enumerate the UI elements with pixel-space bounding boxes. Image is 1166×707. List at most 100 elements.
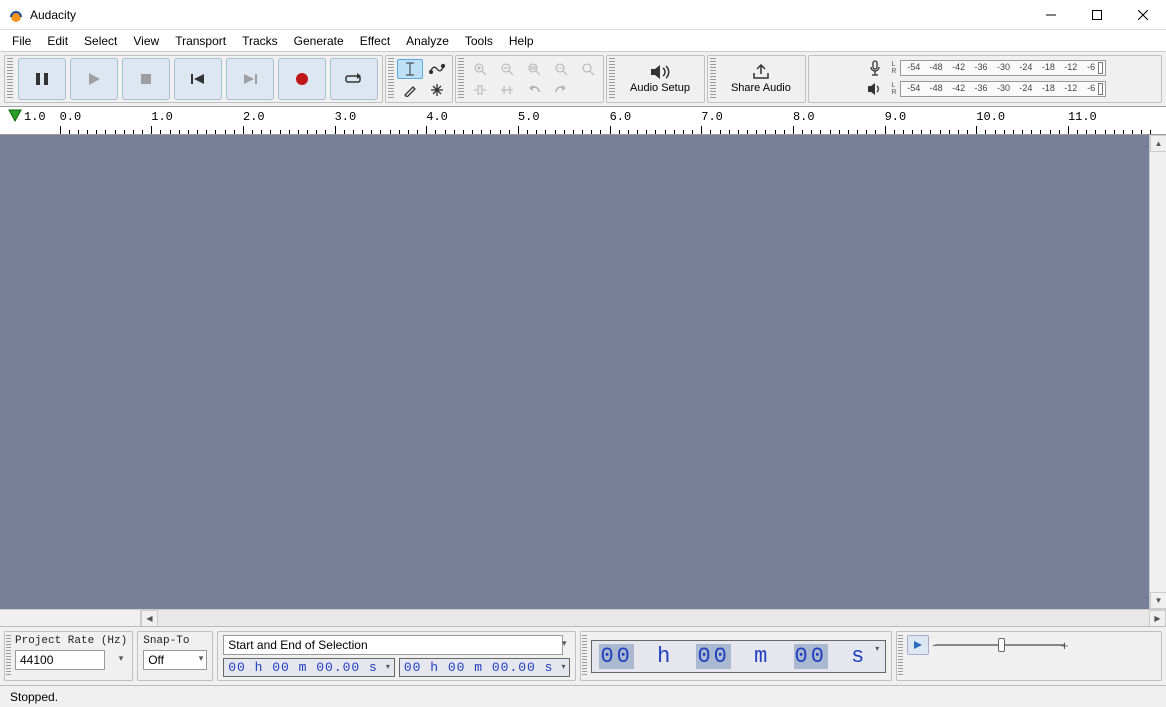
project-rate-label: Project Rate (Hz) — [15, 635, 127, 647]
speaker-icon — [867, 82, 883, 96]
menu-tracks[interactable]: Tracks — [234, 32, 286, 50]
speaker-icon — [649, 64, 671, 80]
menubar: File Edit Select View Transport Tracks G… — [0, 30, 1166, 52]
titlebar: Audacity — [0, 0, 1166, 30]
snap-to-combo[interactable] — [143, 650, 207, 670]
menu-transport[interactable]: Transport — [167, 32, 234, 50]
toolbar-grip[interactable] — [898, 635, 903, 677]
selection-mode-combo[interactable] — [223, 635, 563, 655]
window-maximize-button[interactable] — [1074, 0, 1120, 30]
undo-button[interactable] — [521, 80, 547, 100]
window-minimize-button[interactable] — [1028, 0, 1074, 30]
fit-selection-button[interactable] — [521, 59, 547, 79]
playhead-marker[interactable] — [8, 109, 22, 123]
timeline-tick-label: 1.0 — [151, 110, 173, 124]
menu-tools[interactable]: Tools — [457, 32, 501, 50]
play-at-speed-section: −+ — [896, 631, 1162, 681]
timeline-tick-label: 8.0 — [793, 110, 815, 124]
silence-button[interactable] — [494, 80, 520, 100]
toolbar-grip[interactable] — [609, 58, 615, 100]
window-close-button[interactable] — [1120, 0, 1166, 30]
menu-help[interactable]: Help — [501, 32, 542, 50]
toolbar-grip[interactable] — [582, 635, 587, 677]
play-at-speed-button[interactable] — [907, 635, 929, 655]
menu-analyze[interactable]: Analyze — [398, 32, 457, 50]
scroll-down-button[interactable]: ▼ — [1150, 592, 1166, 609]
toolbar: Audio Setup Share Audio LR -54-48-42-36-… — [0, 52, 1166, 107]
scroll-left-button[interactable]: ◀ — [141, 610, 158, 627]
selection-times-section: 00 h 00 m 00.00 s 00 h 00 m 00.00 s — [217, 631, 576, 681]
hscroll-row: ◀ ▶ — [0, 609, 1166, 626]
toolbar-grip[interactable] — [388, 58, 394, 100]
zoom-toggle-button[interactable] — [575, 59, 601, 79]
menu-effect[interactable]: Effect — [352, 32, 398, 50]
zoom-in-button[interactable] — [467, 59, 493, 79]
audio-setup-label: Audio Setup — [630, 82, 690, 94]
playback-meter-button[interactable] — [863, 80, 887, 98]
time-display-section: 00 h 00 m 00 s — [580, 631, 892, 681]
vertical-scrollbar[interactable]: ▲ ▼ — [1149, 135, 1166, 609]
skip-start-button[interactable] — [174, 58, 222, 100]
window-title: Audacity — [30, 8, 1028, 22]
menu-file[interactable]: File — [4, 32, 39, 50]
redo-button[interactable] — [548, 80, 574, 100]
timeline-tick-label: 10.0 — [976, 110, 1005, 124]
project-rate-section: Project Rate (Hz) — [4, 631, 133, 681]
scroll-up-button[interactable]: ▲ — [1150, 135, 1166, 152]
timeline-tick-label: 6.0 — [610, 110, 632, 124]
menu-generate[interactable]: Generate — [286, 32, 352, 50]
toolbar-grip[interactable] — [458, 58, 464, 100]
timeline-start-label: 1.0 — [24, 110, 46, 124]
timeline-tick-label: 5.0 — [518, 110, 540, 124]
playback-meter-scale[interactable]: -54-48-42-36-30-24-18-12-6 — [900, 81, 1106, 97]
skip-end-button[interactable] — [226, 58, 274, 100]
toolbar-grip[interactable] — [710, 58, 716, 100]
menu-select[interactable]: Select — [76, 32, 125, 50]
multi-tool-button[interactable] — [424, 80, 450, 100]
selection-start-time[interactable]: 00 h 00 m 00.00 s — [223, 658, 395, 677]
menu-view[interactable]: View — [125, 32, 167, 50]
record-button[interactable] — [278, 58, 326, 100]
horizontal-scrollbar[interactable]: ◀ ▶ — [140, 610, 1166, 626]
status-bar: Stopped. — [0, 685, 1166, 707]
scroll-right-button[interactable]: ▶ — [1149, 610, 1166, 627]
timeline-tick-label: 4.0 — [426, 110, 448, 124]
stop-button[interactable] — [122, 58, 170, 100]
timeline-scale: 0.01.02.03.04.05.06.07.08.09.010.011.0 — [50, 107, 1166, 134]
share-audio-label: Share Audio — [731, 82, 791, 94]
transport-toolbar — [4, 55, 383, 103]
selection-end-time[interactable]: 00 h 00 m 00.00 s — [399, 658, 571, 677]
share-audio-button[interactable]: Share Audio — [719, 58, 803, 100]
timeline-ruler[interactable]: 1.0 0.01.02.03.04.05.06.07.08.09.010.011… — [0, 107, 1166, 135]
edit-toolbar — [455, 55, 604, 103]
play-button[interactable] — [70, 58, 118, 100]
timeline-tick-label: 9.0 — [885, 110, 907, 124]
pause-button[interactable] — [18, 58, 66, 100]
share-audio-toolbar: Share Audio — [707, 55, 806, 103]
audio-position-time[interactable]: 00 h 00 m 00 s — [591, 640, 886, 673]
toolbar-grip[interactable] — [7, 58, 13, 100]
menu-edit[interactable]: Edit — [39, 32, 76, 50]
timeline-tick-label: 0.0 — [60, 110, 82, 124]
envelope-tool-button[interactable] — [424, 59, 450, 79]
timeline-tick-label: 11.0 — [1068, 110, 1097, 124]
audio-setup-button[interactable]: Audio Setup — [618, 58, 702, 100]
microphone-icon — [869, 60, 881, 76]
selection-toolbar: Project Rate (Hz) Snap-To 00 h 00 m 00.0… — [0, 626, 1166, 685]
draw-tool-button[interactable] — [397, 80, 423, 100]
meter-lr-labels: LR — [891, 61, 896, 75]
track-area[interactable]: ▲ ▼ — [0, 135, 1166, 609]
loop-button[interactable] — [330, 58, 378, 100]
meter-lr-labels: LR — [891, 82, 896, 96]
fit-project-button[interactable] — [548, 59, 574, 79]
timeline-tick-label: 7.0 — [701, 110, 723, 124]
record-meter-scale[interactable]: -54-48-42-36-30-24-18-12-6 — [900, 60, 1106, 76]
selection-tool-button[interactable] — [397, 59, 423, 79]
project-rate-combo[interactable] — [15, 650, 105, 670]
record-meter-button[interactable] — [863, 59, 887, 77]
playback-speed-slider[interactable]: −+ — [935, 636, 1065, 654]
app-logo-icon — [8, 7, 24, 23]
zoom-out-button[interactable] — [494, 59, 520, 79]
toolbar-grip[interactable] — [6, 635, 11, 677]
trim-button[interactable] — [467, 80, 493, 100]
